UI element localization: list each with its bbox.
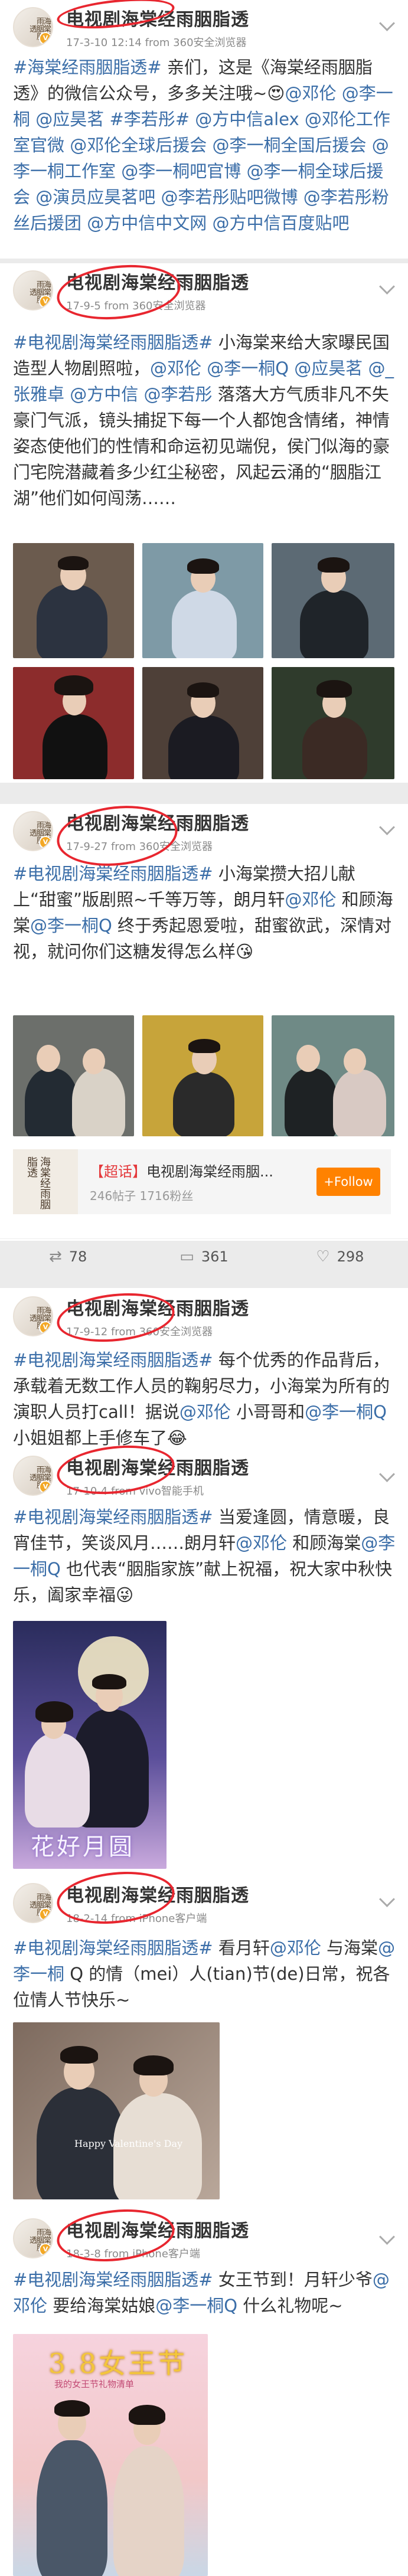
topic-title: 【超话】电视剧海棠经雨胭... <box>90 1163 273 1180</box>
account-name[interactable]: 电视剧海棠经雨胭脂透 <box>66 2216 249 2242</box>
chevron-down-icon[interactable] <box>379 15 395 31</box>
account-name[interactable]: 电视剧海棠经雨胭脂透 <box>66 1453 249 1479</box>
verified-icon: V <box>39 32 52 45</box>
account-name[interactable]: 电视剧海棠经雨胭脂透 <box>66 1881 249 1907</box>
chevron-down-icon[interactable] <box>379 819 395 835</box>
avatar[interactable]: 海棠经雨胭脂透 V <box>13 1296 53 1336</box>
account-name[interactable]: 电视剧海棠经雨胭脂透 <box>66 5 249 31</box>
chevron-down-icon[interactable] <box>379 1466 395 1482</box>
action-bar: ⇄ 78 ▭ 361 ♡ 298 <box>0 1238 408 1274</box>
comment-button[interactable]: ▭ 361 <box>136 1239 272 1274</box>
photo-thumbnail[interactable] <box>142 667 263 779</box>
post-card: 海棠经雨胭脂透 V 电视剧海棠经雨胭脂透 18-2-14 from iPhone客… <box>0 1876 408 2214</box>
post-header[interactable]: 海棠经雨胭脂透 V 电视剧海棠经雨胭脂透 17-9-5 from 360安全浏览器 <box>13 267 249 314</box>
chevron-down-icon[interactable] <box>379 279 395 295</box>
post-header[interactable]: 海棠经雨胭脂透 V 电视剧海棠经雨胭脂透 17-9-12 from 360安全浏览… <box>13 1293 249 1340</box>
avatar[interactable]: 海棠经雨胭脂透 V <box>13 1456 53 1496</box>
post-meta: 17-3-10 12:14 from 360安全浏览器 <box>66 37 247 49</box>
post-text: #电视剧海棠经雨胭脂透# 每个优秀的作品背后，承载着无数工作人员的鞠躬尽力，小海… <box>13 1350 390 1448</box>
post-header[interactable]: 海棠经雨胭脂透 V 电视剧海棠经雨胭脂透 17-3-10 12:14 from 3… <box>13 4 249 51</box>
post-meta: 17-10-4 from vivo智能手机 <box>66 1485 204 1498</box>
post-card: 海棠经雨胭脂透 V 电视剧海棠经雨胭脂透 17-9-5 from 360安全浏览器… <box>0 263 408 783</box>
avatar[interactable]: 海棠经雨胭脂透 V <box>13 2218 53 2258</box>
divider <box>0 783 408 804</box>
photo-caption: Happy Valentine's Day <box>74 2138 183 2149</box>
post-meta: 18-2-14 from iPhone客户端 <box>66 1913 207 1925</box>
post-text: #电视剧海棠经雨胭脂透# 女王节到！月轩少爷@邓伦 要给海棠姑娘@李一桐Q 什么… <box>13 2270 390 2316</box>
repost-count: 78 <box>68 1248 87 1265</box>
chevron-down-icon[interactable] <box>379 1891 395 1907</box>
photo-thumbnail[interactable] <box>142 1015 263 1136</box>
poster-image[interactable]: 花好月圆 <box>13 1621 167 1869</box>
photo-thumbnail[interactable] <box>272 667 394 779</box>
post-card: 海棠经雨胭脂透 V 电视剧海棠经雨胭脂透 17-9-27 from 360安全浏览… <box>0 804 408 1266</box>
comment-count: 361 <box>201 1248 229 1265</box>
comment-icon: ▭ <box>179 1248 194 1266</box>
super-topic-card[interactable]: 海棠经雨胭脂透 【超话】电视剧海棠经雨胭... 246帖子 1716粉丝 +Fo… <box>13 1149 391 1214</box>
follow-button[interactable]: +Follow <box>316 1168 380 1196</box>
post-header[interactable]: 海棠经雨胭脂透 V 电视剧海棠经雨胭脂透 18-3-8 from iPhone客户… <box>13 2215 249 2262</box>
chevron-down-icon[interactable] <box>379 2229 395 2245</box>
post-header[interactable]: 海棠经雨胭脂透 V 电视剧海棠经雨胭脂透 17-9-27 from 360安全浏览… <box>13 808 249 855</box>
poster-title: 花好月圆 <box>31 1833 135 1861</box>
post-text: #电视剧海棠经雨胭脂透# 当爱逢圆，情意暖，良宵佳节，笑谈风月……朗月轩@邓伦 … <box>13 1507 396 1605</box>
post-card: 海棠经雨胭脂透 V 电视剧海棠经雨胭脂透 17-10-4 from vivo智能手… <box>0 1451 408 1876</box>
like-count: 298 <box>337 1248 364 1265</box>
post-card: 海棠经雨胭脂透 V 电视剧海棠经雨胭脂透 17-3-10 12:14 from 3… <box>0 0 408 259</box>
post-text: #电视剧海棠经雨胭脂透# 看月轩@邓伦 与海棠@李一桐 Q 的情（mei）人(t… <box>13 1938 396 2010</box>
avatar[interactable]: 海棠经雨胭脂透 V <box>13 270 53 310</box>
avatar[interactable]: 海棠经雨胭脂透 V <box>13 811 53 851</box>
repost-button[interactable]: ⇄ 78 <box>0 1239 136 1274</box>
like-icon: ♡ <box>316 1248 330 1266</box>
poster-title: 3.8女王节 <box>48 2348 188 2379</box>
verified-icon: V <box>39 1480 52 1493</box>
post-header[interactable]: 海棠经雨胭脂透 V 电视剧海棠经雨胭脂透 17-10-4 from vivo智能手… <box>13 1452 249 1499</box>
post-text: #海棠经雨胭脂透# 亲们，这是《海棠经雨胭脂透》的微信公众号，多多关注哦~😍@邓… <box>13 57 393 233</box>
post-meta: 17-9-27 from 360安全浏览器 <box>66 841 213 853</box>
post-meta: 17-9-5 from 360安全浏览器 <box>66 300 206 312</box>
photo-thumbnail[interactable] <box>13 667 134 779</box>
photo-thumbnail[interactable] <box>13 1015 134 1136</box>
avatar[interactable]: 海棠经雨胭脂透 V <box>13 7 53 47</box>
poster-subtitle: 我的女王节礼物清单 <box>54 2379 135 2389</box>
verified-icon: V <box>39 1321 52 1334</box>
verified-icon: V <box>39 1908 52 1921</box>
post-text: #电视剧海棠经雨胭脂透# 小海棠来给大家曝民国造型人物剧照啦，@邓伦 @李一桐Q… <box>13 332 394 508</box>
verified-icon: V <box>39 836 52 849</box>
photo-image[interactable]: Happy Valentine's Day <box>13 2022 220 2199</box>
post-meta: 18-3-8 from iPhone客户端 <box>66 2248 200 2260</box>
verified-icon: V <box>39 295 52 308</box>
account-name[interactable]: 电视剧海棠经雨胭脂透 <box>66 1294 249 1320</box>
photo-thumbnail[interactable] <box>272 543 394 658</box>
account-name[interactable]: 电视剧海棠经雨胭脂透 <box>66 809 249 835</box>
avatar[interactable]: 海棠经雨胭脂透 V <box>13 1883 53 1923</box>
post-card: 海棠经雨胭脂透 V 电视剧海棠经雨胭脂透 17-9-12 from 360安全浏览… <box>0 1288 408 1451</box>
topic-thumbnail: 海棠经雨胭脂透 <box>13 1149 78 1214</box>
topic-stats: 246帖子 1716粉丝 <box>90 1189 194 1203</box>
post-meta: 17-9-12 from 360安全浏览器 <box>66 1326 213 1338</box>
photo-thumbnail[interactable] <box>13 543 134 658</box>
divider <box>0 1276 408 1288</box>
repost-icon: ⇄ <box>48 1248 62 1266</box>
photo-thumbnail[interactable] <box>142 543 263 658</box>
verified-icon: V <box>39 2243 52 2256</box>
photo-thumbnail[interactable] <box>272 1015 394 1136</box>
divider <box>0 259 408 263</box>
poster-image[interactable]: 3.8女王节 我的女王节礼物清单 <box>13 2334 208 2576</box>
like-button[interactable]: ♡ 298 <box>272 1239 408 1274</box>
post-header[interactable]: 海棠经雨胭脂透 V 电视剧海棠经雨胭脂透 18-2-14 from iPhone客… <box>13 1879 249 1927</box>
post-text: #电视剧海棠经雨胭脂透# 小海棠攒大招儿献上“甜蜜”版剧照~千等万等，朗月轩@邓… <box>13 864 393 962</box>
account-name[interactable]: 电视剧海棠经雨胭脂透 <box>66 268 249 294</box>
post-card: 海棠经雨胭脂透 V 电视剧海棠经雨胭脂透 18-3-8 from iPhone客户… <box>0 2214 408 2576</box>
